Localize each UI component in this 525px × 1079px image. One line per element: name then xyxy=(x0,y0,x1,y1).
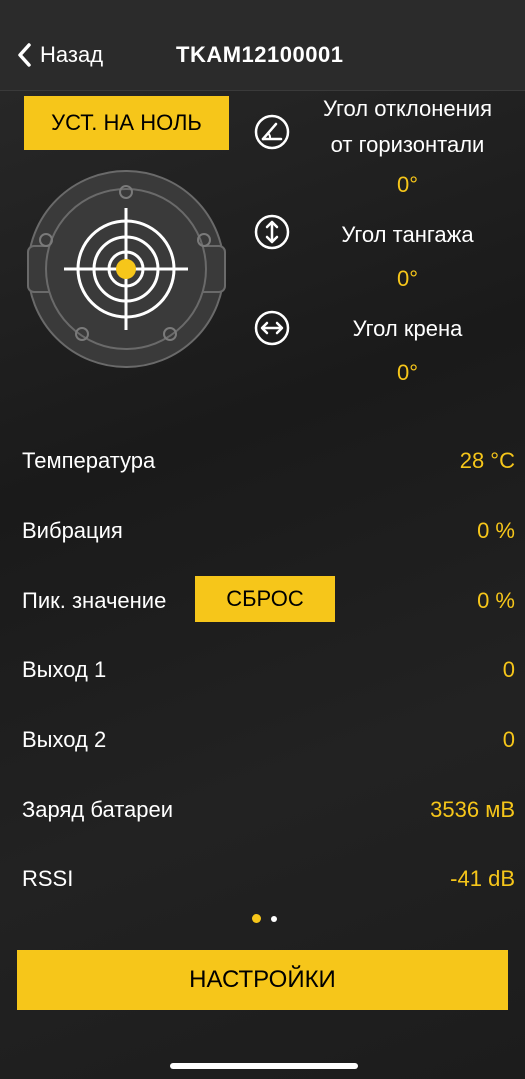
tilt-angle-label-line1: Угол отклонения xyxy=(323,96,492,121)
tilt-angle-label-line2: от горизонтали xyxy=(330,132,485,157)
home-indicator xyxy=(170,1063,358,1069)
peak-value-value: 0 % xyxy=(477,588,515,613)
output-2-value: 0 xyxy=(502,727,515,752)
vibration-label: Вибрация xyxy=(22,518,123,543)
back-label: Назад xyxy=(40,42,104,67)
tilt-angle-icon xyxy=(254,114,290,150)
peak-value-label: Пик. значение xyxy=(22,588,167,613)
back-button[interactable]: Назад xyxy=(16,38,103,72)
page-indicator[interactable] xyxy=(252,914,277,923)
rssi-value: -41 dB xyxy=(450,866,515,891)
vibration-value: 0 % xyxy=(477,518,515,543)
output-2-label: Выход 2 xyxy=(22,727,107,752)
tilt-angle-value: 0° xyxy=(396,172,419,197)
battery-value: 3536 мВ xyxy=(430,797,515,822)
sensor-level-indicator xyxy=(27,170,226,368)
vertical-arrows-icon xyxy=(254,214,290,250)
page-dot-active[interactable] xyxy=(252,914,261,923)
pitch-angle-label: Угол тангажа xyxy=(341,222,474,247)
level-bubble xyxy=(116,259,136,279)
reset-button[interactable]: СБРОС xyxy=(195,576,335,622)
output-1-label: Выход 1 xyxy=(22,657,107,682)
set-zero-button[interactable]: УСТ. НА НОЛЬ xyxy=(24,96,229,150)
status-bar xyxy=(0,0,525,20)
page-dot-inactive[interactable] xyxy=(271,915,277,922)
app-screen: Назад TKAM12100001 УСТ. НА НОЛЬ Угол отк… xyxy=(0,0,525,1079)
chevron-left-icon xyxy=(18,43,31,67)
settings-button[interactable]: НАСТРОЙКИ xyxy=(17,950,508,1010)
temperature-label: Температура xyxy=(22,448,156,473)
battery-label: Заряд батареи xyxy=(22,797,174,822)
horizontal-arrows-icon xyxy=(254,310,290,346)
rssi-label: RSSI xyxy=(22,866,74,891)
navigation-bar: Назад TKAM12100001 xyxy=(0,20,525,91)
page-title: TKAM12100001 xyxy=(176,42,344,67)
roll-angle-value: 0° xyxy=(396,360,419,385)
output-1-value: 0 xyxy=(502,657,515,682)
temperature-value: 28 °C xyxy=(459,448,515,473)
pitch-angle-value: 0° xyxy=(396,266,419,291)
roll-angle-label: Угол крена xyxy=(352,316,463,341)
